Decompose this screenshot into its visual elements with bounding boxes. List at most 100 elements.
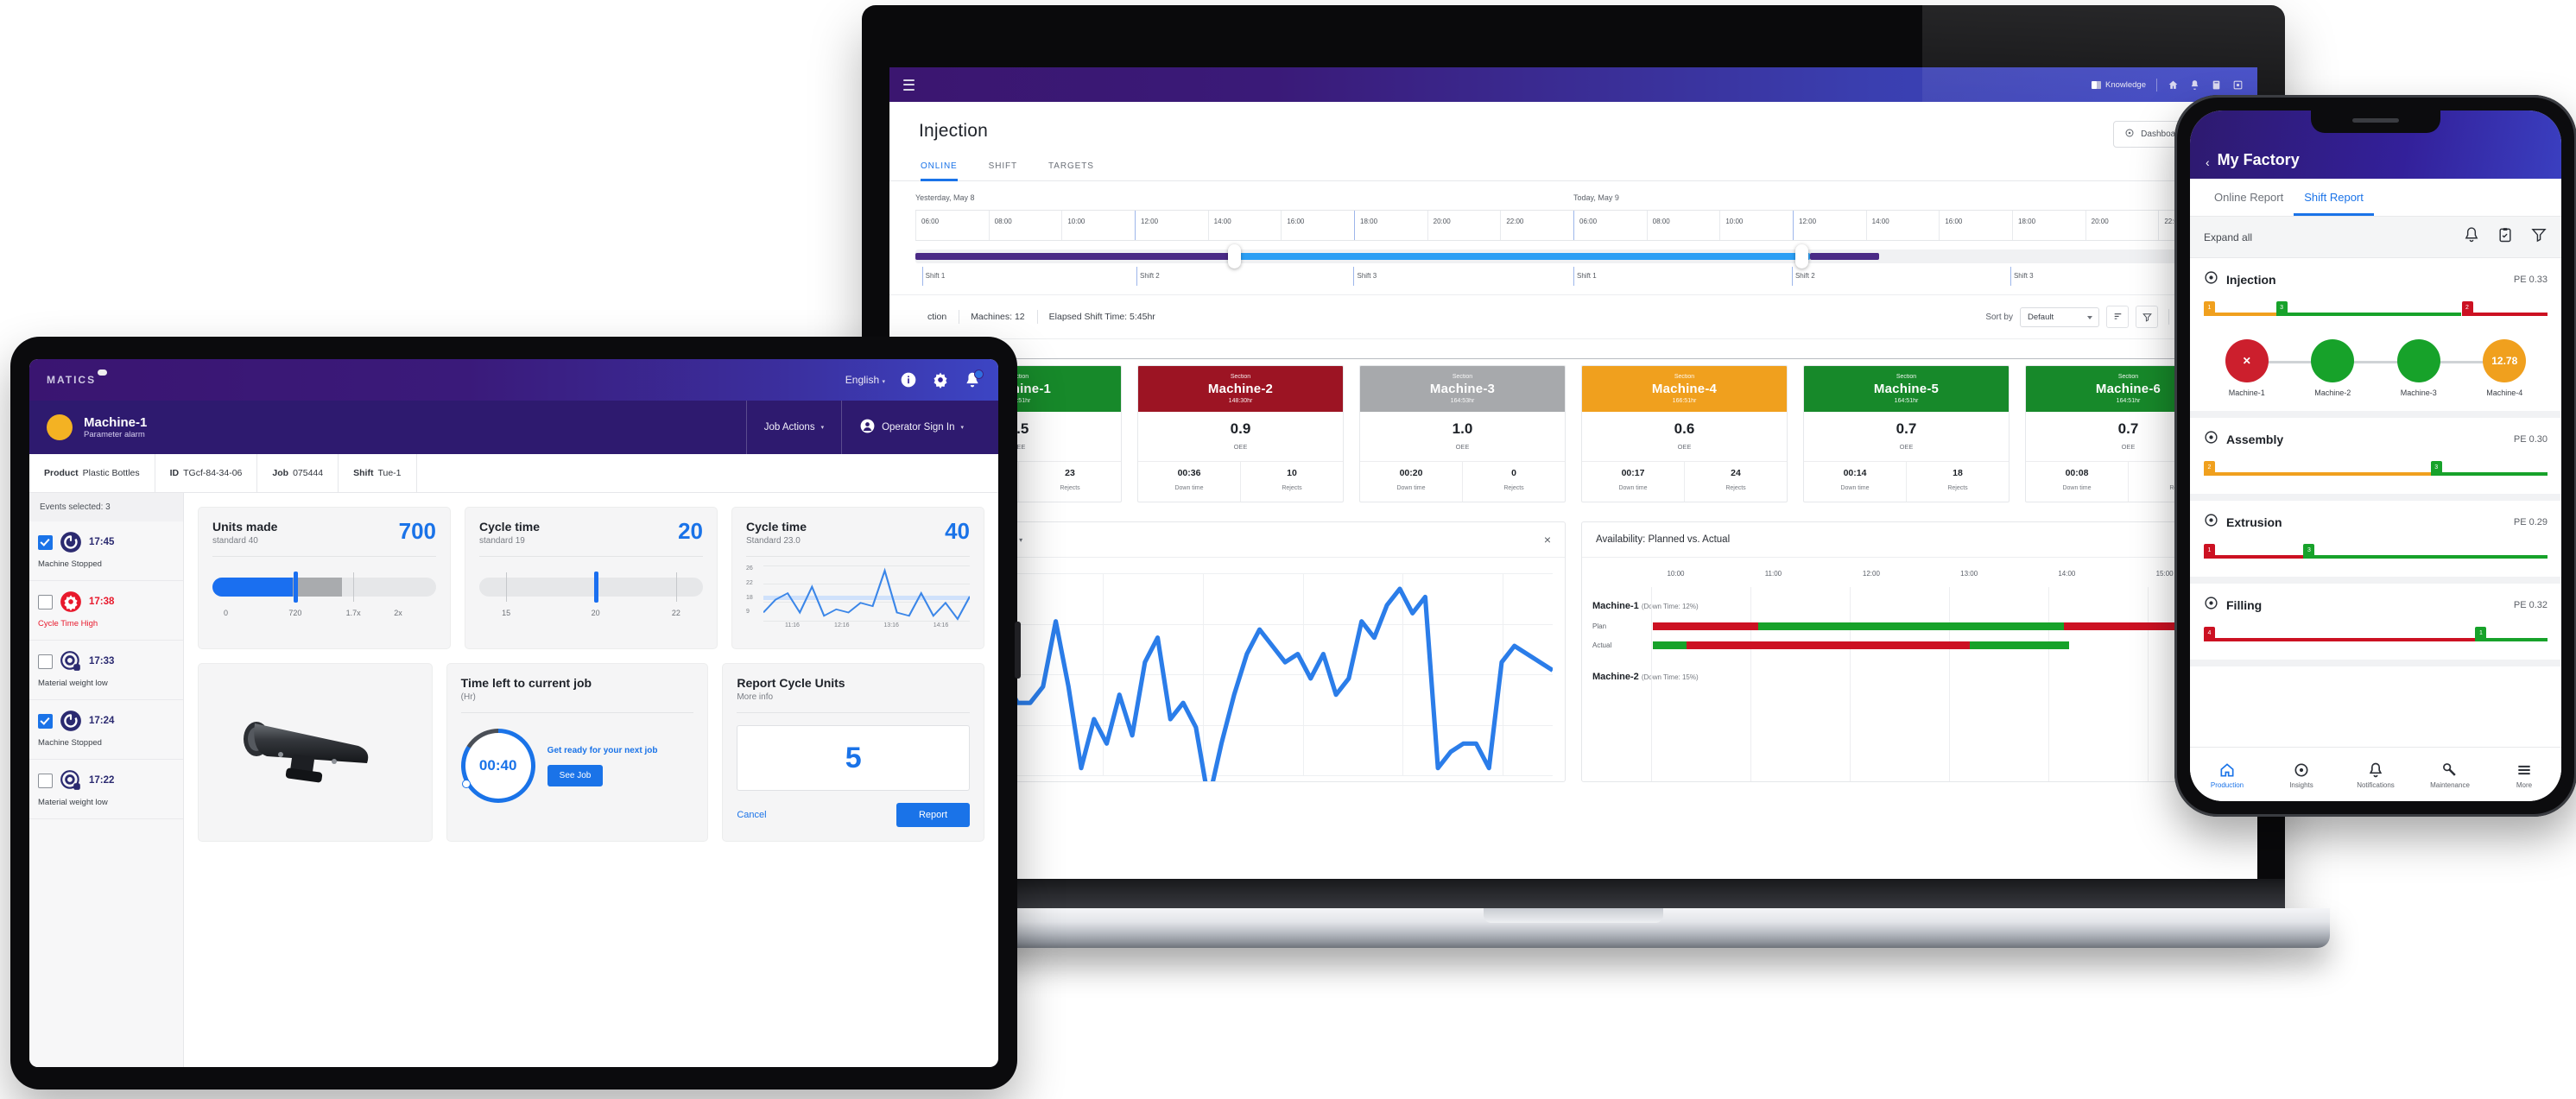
event-row: 17:33	[38, 650, 174, 673]
event-checkbox[interactable]	[38, 773, 53, 788]
availability-gridlines	[1651, 587, 2218, 781]
gear-icon[interactable]	[932, 371, 949, 388]
target-icon	[2204, 270, 2218, 289]
nav-item-more[interactable]: More	[2487, 761, 2561, 789]
timeline-handle[interactable]	[1227, 244, 1241, 268]
event-checkbox[interactable]	[38, 713, 53, 729]
breadcrumb-item[interactable]: Shift Tue-1	[339, 454, 417, 492]
machine-tile[interactable]: Section Machine-4 166:51hr 0.6 OEE 00:17 Down …	[1581, 365, 1788, 502]
machines-count: Machines: 12	[959, 310, 1036, 324]
machine-node[interactable]: Machine-3	[2376, 339, 2462, 397]
nav-item-production[interactable]: Production	[2190, 761, 2264, 789]
plan-track	[1653, 622, 2208, 630]
tile-section: Section	[1896, 374, 1917, 380]
sort-by-select[interactable]: Default	[2020, 306, 2099, 327]
target-icon	[2204, 596, 2218, 615]
machine-node[interactable]: Machine-2	[2290, 339, 2377, 397]
tab-targets[interactable]: TARGETS	[1048, 161, 1094, 181]
grid-icon[interactable]	[2232, 79, 2244, 91]
card-subtitle[interactable]: More info	[737, 692, 845, 702]
breadcrumb-item[interactable]: Product Plastic Bottles	[29, 454, 155, 492]
language-label: English	[845, 374, 880, 386]
chart-x-tick: 13:16	[883, 622, 899, 628]
page-header: Injection Dashboard Settings	[889, 102, 2257, 148]
target-icon	[2204, 430, 2218, 449]
operator-sign-in-button[interactable]: Operator Sign In ▾	[841, 401, 981, 454]
bell-icon[interactable]	[964, 369, 984, 388]
gauge-labels: 15 20 22	[479, 609, 703, 622]
phone-section[interactable]: Assembly PE 0.30 2 3	[2190, 418, 2561, 501]
home-icon[interactable]	[2168, 79, 2179, 91]
cancel-button[interactable]: Cancel	[737, 810, 766, 820]
language-selector[interactable]: English ▾	[845, 374, 885, 386]
nav-item-notifications[interactable]: Notifications	[2339, 761, 2413, 789]
machine-tile[interactable]: Section Machine-2 148:30hr 0.9 OEE 00:36 Down …	[1137, 365, 1344, 502]
downtime-cell: 00:20 Down time	[1360, 462, 1462, 502]
machine-node[interactable]: ✕ Machine-1	[2204, 339, 2290, 397]
clipboard-icon[interactable]	[2211, 79, 2222, 91]
event-list-item[interactable]: 17:38 Cycle Time High	[29, 581, 183, 641]
filter-icon[interactable]	[2136, 306, 2158, 328]
tablet-side-button[interactable]	[1015, 622, 1021, 679]
divider	[737, 712, 971, 713]
gauge-needle	[593, 572, 598, 603]
info-icon[interactable]	[900, 371, 917, 388]
job-actions-button[interactable]: Job Actions ▾	[745, 401, 841, 454]
timeline-range-bar[interactable]	[915, 244, 2231, 268]
breadcrumb-item[interactable]: Job 075444	[257, 454, 339, 492]
machine-tile[interactable]: Section Machine-5 164:51hr 0.7 OEE 00:14 Down …	[1803, 365, 2010, 502]
event-checkbox[interactable]	[38, 594, 53, 610]
phone-section[interactable]: Injection PE 0.33 1 3 2 ✕ Machine-1 Machine-2 Ma…	[2190, 258, 2561, 418]
timeline-day-labels: Yesterday, May 8 Today, May 9	[915, 193, 2231, 207]
event-row: 17:24	[38, 710, 174, 732]
gauge-mid	[293, 578, 343, 597]
knowledge-button[interactable]: Knowledge	[2091, 80, 2146, 90]
event-list-item[interactable]: 17:24 Machine Stopped	[29, 700, 183, 760]
timeline-handle[interactable]	[1794, 244, 1808, 268]
see-job-button[interactable]: See Job	[547, 764, 604, 786]
machine-label: Machine-3	[2400, 388, 2437, 397]
event-list-item[interactable]: 17:45 Machine Stopped	[29, 521, 183, 581]
back-icon[interactable]: ‹	[2206, 155, 2210, 169]
report-button[interactable]: Report	[896, 803, 971, 827]
oee-label: OEE	[1899, 443, 1914, 451]
tab-shift-report[interactable]: Shift Report	[2294, 179, 2374, 216]
section-flag: 3	[2275, 301, 2288, 314]
chevron-down-icon[interactable]: ▾	[1019, 536, 1022, 544]
chart-y-tick: 22	[746, 579, 753, 586]
bell-icon[interactable]	[2189, 79, 2200, 91]
machine-tile[interactable]: Section Machine-3 164:53hr 1.0 OEE 00:20 Down …	[1359, 365, 1566, 502]
machine-link	[2244, 361, 2507, 363]
tab-online-report[interactable]: Online Report	[2204, 179, 2294, 216]
machine-name: Machine-1	[84, 414, 148, 430]
nav-item-insights[interactable]: Insights	[2264, 761, 2339, 789]
event-list-item[interactable]: 17:33 Material weight low	[29, 641, 183, 700]
event-checkbox[interactable]	[38, 534, 53, 550]
tile-header: Section Machine-5 164:51hr	[1804, 366, 2009, 412]
phone-section[interactable]: Filling PE 0.32 4 1	[2190, 584, 2561, 666]
nav-item-maintenance[interactable]: Maintenance	[2413, 761, 2487, 789]
downtime-cell: 00:08 Down time	[2026, 462, 2128, 502]
downtime-label: Down time	[1840, 485, 1870, 491]
card-header: Units made standard 40 700	[212, 520, 436, 546]
shift-label: Shift 1	[925, 272, 946, 280]
event-list-item[interactable]: 17:22 Material weight low	[29, 760, 183, 819]
card-titles: Cycle time Standard 23.0	[746, 520, 807, 546]
event-checkbox[interactable]	[38, 654, 53, 669]
bell-icon[interactable]	[2463, 226, 2480, 248]
cycle-units-input[interactable]: 5	[737, 725, 971, 791]
clipboard-icon[interactable]	[2497, 226, 2514, 248]
close-icon[interactable]: ×	[1544, 534, 1551, 546]
tab-online[interactable]: ONLINE	[921, 161, 958, 181]
event-row: 17:38	[38, 591, 174, 613]
events-panel: Events selected: 3 17:45 Machine Stopped 1…	[29, 493, 184, 1067]
expand-all-button[interactable]: Expand all	[2204, 231, 2252, 243]
rejects-cell: 18 Rejects	[1906, 462, 2009, 502]
phone-section[interactable]: Extrusion PE 0.29 1 3	[2190, 501, 2561, 584]
filter-icon[interactable]	[2530, 226, 2548, 248]
machine-node[interactable]: 12.78 Machine-4	[2462, 339, 2548, 397]
sort-icon[interactable]	[2106, 306, 2129, 328]
menu-icon[interactable]	[903, 79, 915, 91]
breadcrumb-item[interactable]: ID TGcf-84-34-06	[155, 454, 258, 492]
tab-shift[interactable]: SHIFT	[989, 161, 1017, 181]
